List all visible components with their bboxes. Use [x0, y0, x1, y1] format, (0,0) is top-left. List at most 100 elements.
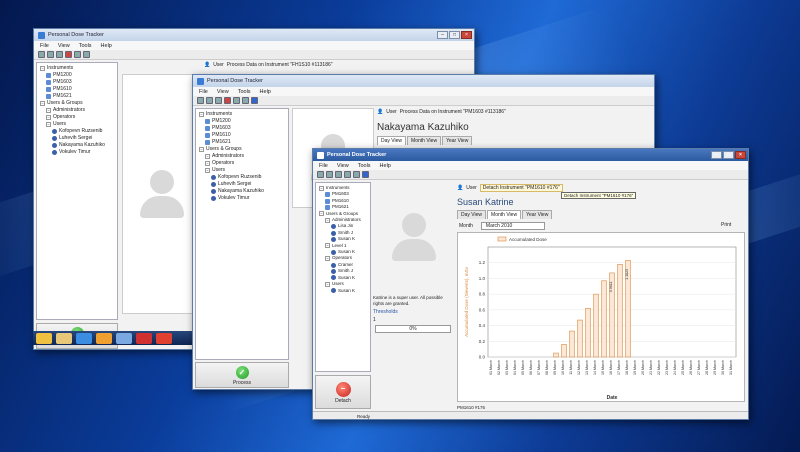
help-icon[interactable]: [362, 171, 369, 178]
menu-file[interactable]: File: [199, 89, 208, 95]
menu-help[interactable]: Help: [260, 89, 271, 95]
tab-month-view[interactable]: Month View: [487, 210, 522, 219]
tree-item[interactable]: − Users & Groups: [199, 146, 285, 153]
toolbar-icon[interactable]: [242, 97, 249, 104]
tree-item-label: PM1603: [53, 79, 72, 85]
menu-help[interactable]: Help: [101, 43, 112, 49]
tree-item[interactable]: − Administrators: [40, 107, 114, 114]
tab-month-view[interactable]: Month View: [407, 136, 442, 145]
status-bar: Ready: [313, 411, 748, 419]
help-icon[interactable]: [251, 97, 258, 104]
print-button[interactable]: Print: [721, 222, 731, 228]
start-icon[interactable]: [36, 332, 52, 344]
menu-view[interactable]: View: [337, 163, 349, 169]
tab-year-view[interactable]: Year View: [442, 136, 473, 145]
month-dropdown[interactable]: March 2010: [480, 222, 545, 230]
maximize-button[interactable]: □: [723, 151, 734, 159]
toolbar-icon[interactable]: [56, 51, 63, 58]
menu-tools[interactable]: Tools: [79, 43, 92, 49]
tree-item[interactable]: − Instruments: [199, 111, 285, 118]
tree-item[interactable]: − Administrators: [199, 153, 285, 160]
tree-item[interactable]: Nakayama Kazuhiko: [199, 188, 285, 195]
tree-item[interactable]: PM1621: [40, 93, 114, 100]
tree-item[interactable]: − Operators: [40, 114, 114, 121]
app-icon: [197, 77, 204, 85]
tree-item[interactable]: Kofopevn Ruzsenib: [199, 174, 285, 181]
title-bar[interactable]: Personal Dose Tracker: [193, 75, 654, 87]
tree-item[interactable]: PM1610: [199, 132, 285, 139]
minimize-button[interactable]: –: [437, 31, 448, 39]
toolbar-icon[interactable]: [353, 171, 360, 178]
threshold-value: 1: [373, 317, 376, 323]
book-icon[interactable]: [136, 332, 152, 344]
toolbar-icon[interactable]: [335, 171, 342, 178]
tab-year-view[interactable]: Year View: [522, 210, 553, 219]
tree-item[interactable]: Vokulev Timur: [199, 195, 285, 202]
tree-item[interactable]: PM1200: [199, 118, 285, 125]
toolbar-icon[interactable]: [326, 171, 333, 178]
toolbar-icon[interactable]: [197, 97, 204, 104]
close-button[interactable]: ×: [461, 31, 472, 39]
tree-item[interactable]: Luhevih Sergei: [40, 135, 114, 142]
tree-item[interactable]: − Instruments: [40, 65, 114, 72]
tree-item[interactable]: PM1603: [40, 79, 114, 86]
app-icon[interactable]: [156, 332, 172, 344]
app-icon[interactable]: [116, 332, 132, 344]
instrument-tag[interactable]: Detach Instrument "PM1610 #176": [479, 184, 563, 192]
menu-tools[interactable]: Tools: [358, 163, 371, 169]
browser-icon[interactable]: [76, 332, 92, 344]
title-bar[interactable]: Personal Dose Tracker – □ ×: [313, 149, 748, 161]
maximize-button[interactable]: □: [449, 31, 460, 39]
menu-view[interactable]: View: [58, 43, 70, 49]
tree-item[interactable]: PM1621: [199, 139, 285, 146]
tab-day-view[interactable]: Day View: [457, 210, 487, 219]
menu-view[interactable]: View: [217, 89, 229, 95]
tree-item[interactable]: Kofopevn Ruzsenib: [40, 128, 114, 135]
toolbar-icon[interactable]: [233, 97, 240, 104]
toolbar-icon[interactable]: [47, 51, 54, 58]
user-dropdown[interactable]: User: [466, 185, 477, 191]
user-icon: [331, 268, 336, 274]
menu-help[interactable]: Help: [380, 163, 391, 169]
dose-chart: 0.0 0.2 0.4 0.6 0.8 1.0 1.2 01 March 02 March 03 …: [457, 232, 745, 402]
tree-item[interactable]: Susan K: [319, 288, 367, 294]
title-bar[interactable]: Personal Dose Tracker – □ ×: [34, 29, 474, 41]
toolbar-icon[interactable]: [206, 97, 213, 104]
user-dropdown[interactable]: User: [386, 109, 397, 115]
tree-item[interactable]: − Operators: [199, 160, 285, 167]
tree-item[interactable]: Vokulev Timur: [40, 149, 114, 156]
tree-item[interactable]: Nakayama Kazuhiko: [40, 142, 114, 149]
minimize-button[interactable]: –: [711, 151, 722, 159]
toolbar-icon[interactable]: [344, 171, 351, 178]
process-button[interactable]: ✓Process: [195, 362, 289, 388]
data-label: 1.1825: [625, 269, 629, 280]
toolbar-icon[interactable]: [65, 51, 72, 58]
toolbar-icon[interactable]: [38, 51, 45, 58]
menu-file[interactable]: File: [40, 43, 49, 49]
toolbar-icon[interactable]: [224, 97, 231, 104]
tree-item[interactable]: PM1603: [199, 125, 285, 132]
chart-svg: 0.0 0.2 0.4 0.6 0.8 1.0 1.2 01 March 02 March 03 …: [464, 236, 737, 401]
user-dropdown[interactable]: User: [213, 62, 224, 68]
legend-swatch: [497, 236, 507, 242]
tree-item[interactable]: Luhevih Sergei: [199, 181, 285, 188]
tree-item[interactable]: − Users: [40, 121, 114, 128]
menu-file[interactable]: File: [319, 163, 328, 169]
toolbar-icon[interactable]: [74, 51, 81, 58]
menu-tools[interactable]: Tools: [238, 89, 251, 95]
tree-item-label: Nakayama Kazuhiko: [218, 188, 264, 194]
tree-item[interactable]: − Users: [199, 167, 285, 174]
tree-item[interactable]: PM1610: [40, 86, 114, 93]
close-button[interactable]: ×: [735, 151, 746, 159]
toolbar-icon[interactable]: [317, 171, 324, 178]
toolbar-icon[interactable]: [83, 51, 90, 58]
window-title: Personal Dose Tracker: [48, 32, 104, 38]
detach-button[interactable]: − Detach: [315, 375, 371, 409]
tree-item-label: Instruments: [47, 65, 74, 71]
tree-item[interactable]: PM1200: [40, 72, 114, 79]
tree-item[interactable]: − Users & Groups: [40, 100, 114, 107]
outlook-icon[interactable]: [96, 332, 112, 344]
toolbar-icon[interactable]: [215, 97, 222, 104]
tab-day-view[interactable]: Day View: [377, 136, 407, 145]
folder-icon[interactable]: [56, 332, 72, 344]
